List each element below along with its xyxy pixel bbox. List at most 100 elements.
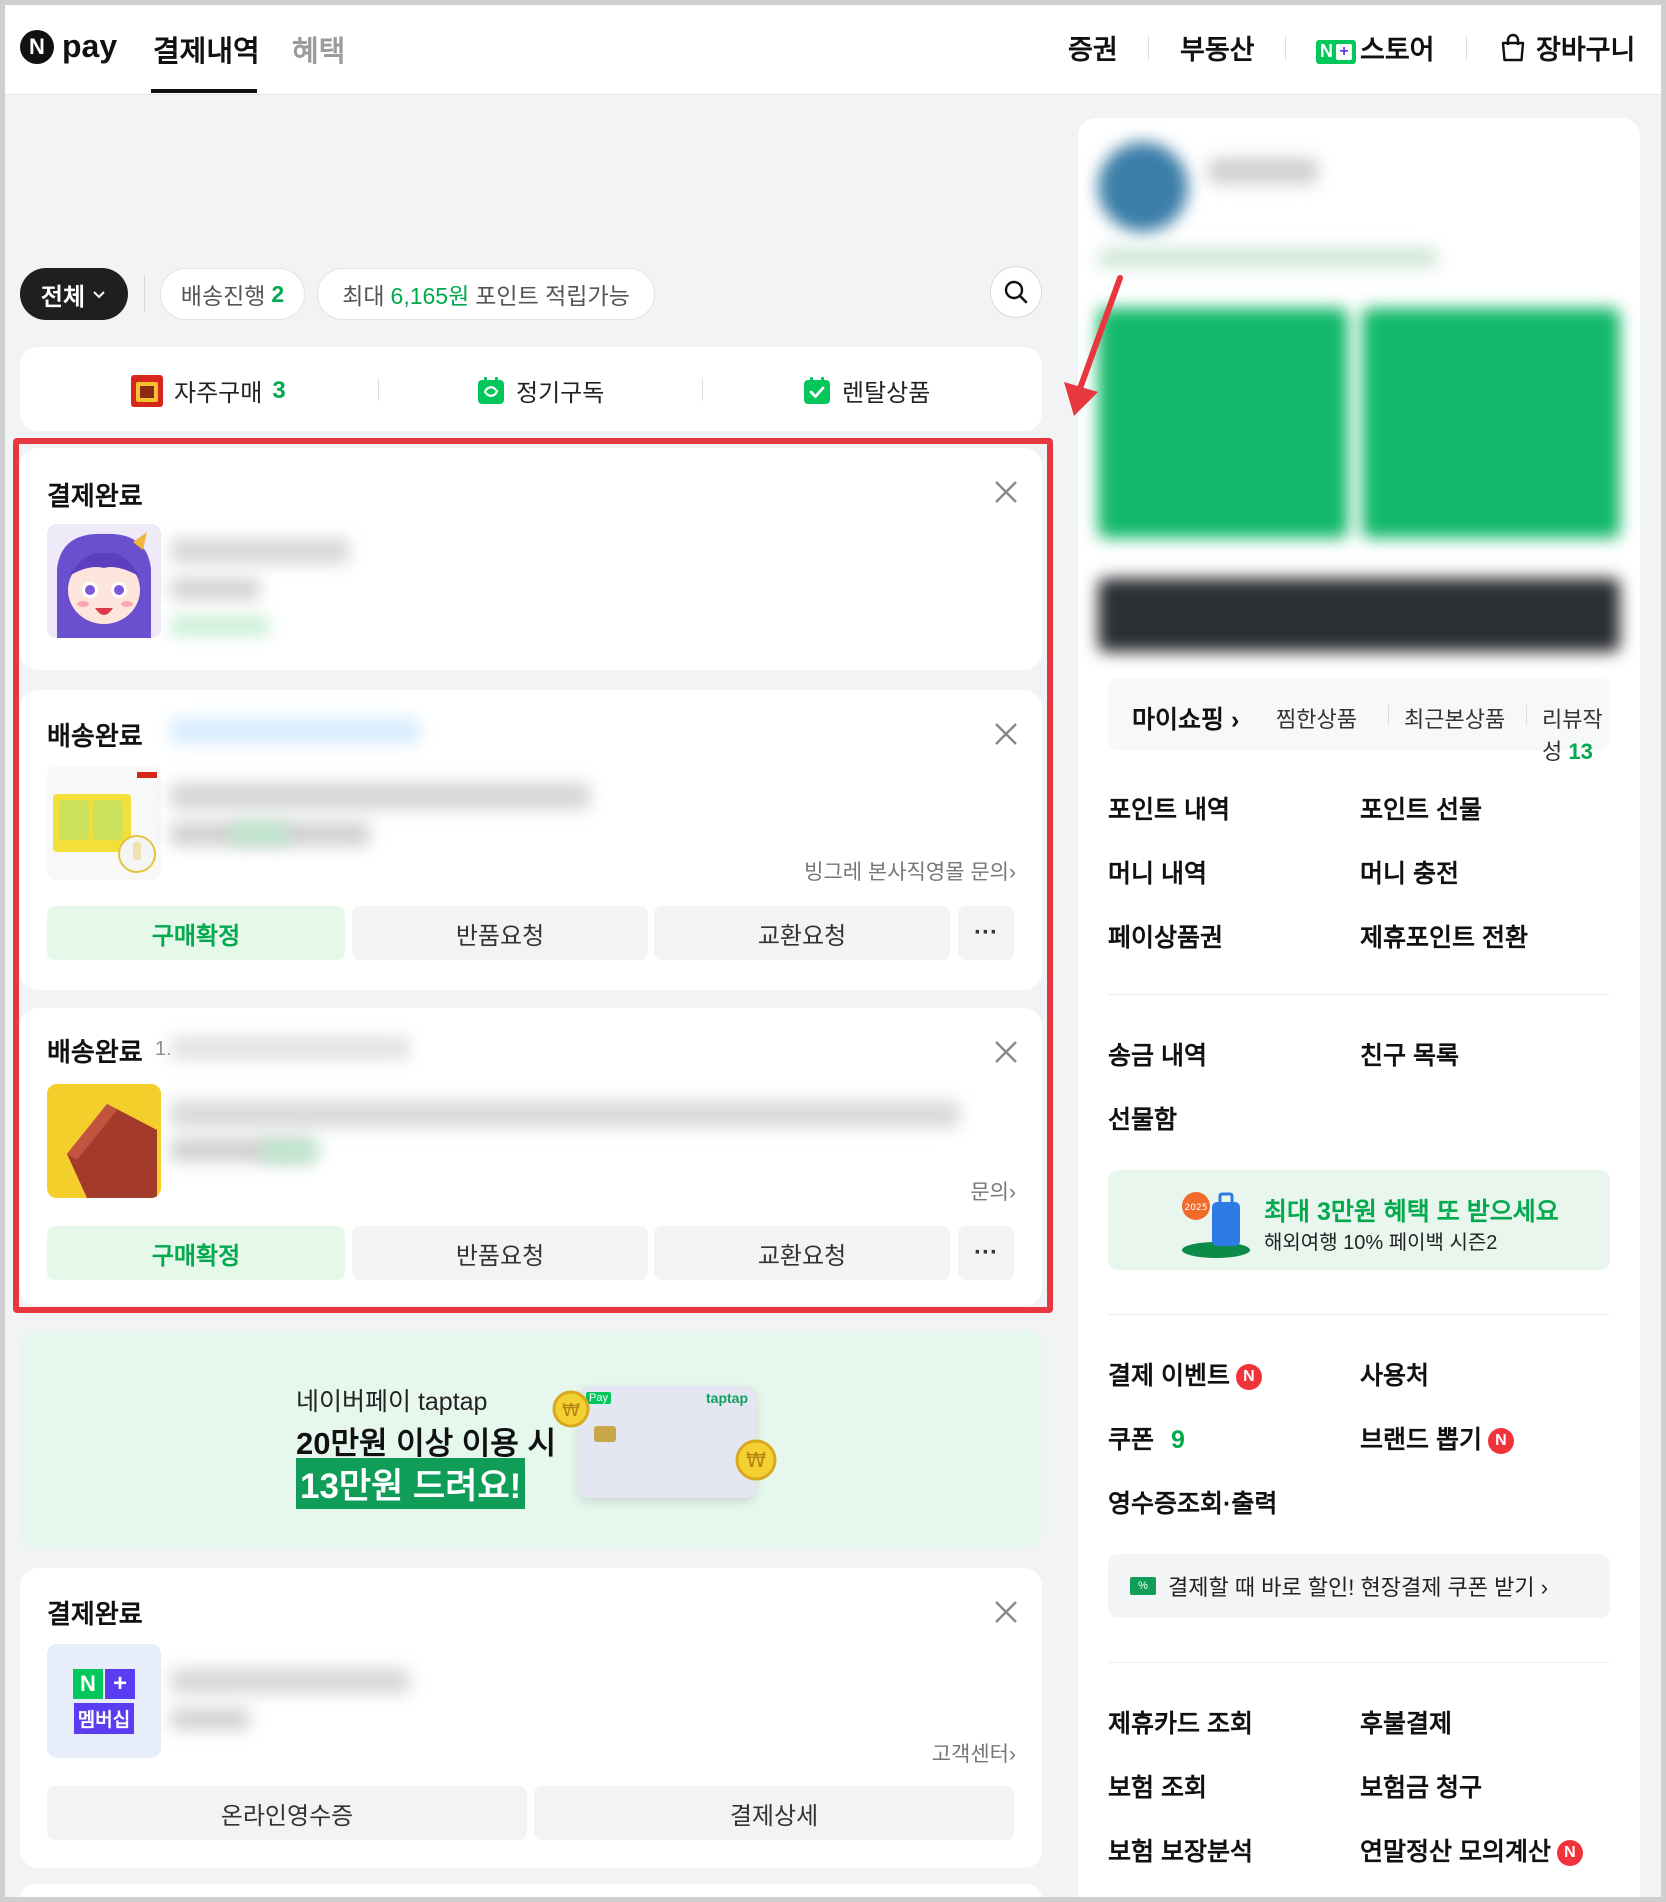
blurred-info xyxy=(1098,248,1438,268)
payment-event-link[interactable]: 결제 이벤트 N xyxy=(1108,1356,1262,1392)
chevron-down-icon xyxy=(93,291,105,299)
myshopping-link[interactable]: 마이쇼핑 › xyxy=(1132,700,1239,736)
confirm-purchase-button[interactable]: 구매확정 xyxy=(47,906,345,960)
return-request-button[interactable]: 반품요청 xyxy=(352,906,648,960)
tax-settlement-link[interactable]: 연말정산 모의계산 N xyxy=(1360,1832,1583,1868)
money-charge-link[interactable]: 머니 충전 xyxy=(1360,854,1459,890)
pay-giftcard-link[interactable]: 페이상품권 xyxy=(1108,918,1223,954)
filter-shipping[interactable]: 배송진행 2 xyxy=(160,268,305,320)
category-subscription-label: 정기구독 xyxy=(516,380,605,407)
more-options-button[interactable]: ··· xyxy=(958,906,1014,960)
close-icon[interactable] xyxy=(992,1038,1020,1066)
product-thumbnail[interactable] xyxy=(47,766,161,880)
character-image xyxy=(47,524,161,638)
category-bar: 자주구매 3 정기구독 렌탈상품 xyxy=(20,347,1042,431)
new-badge-icon: N xyxy=(1487,1428,1514,1455)
shipping-count: 2 xyxy=(271,280,285,307)
category-subscription[interactable]: 정기구독 xyxy=(476,373,604,408)
link-store[interactable]: N + 스토어 xyxy=(1316,28,1435,67)
shopping-bag-icon xyxy=(1501,33,1525,61)
insurance-claim-link[interactable]: 보험금 청구 xyxy=(1360,1768,1482,1804)
return-request-button[interactable]: 반품요청 xyxy=(352,1226,648,1280)
seller-inquiry-link[interactable]: 빙그레 본사직영몰 문의› xyxy=(804,856,1016,886)
blurred-avatar xyxy=(1098,142,1188,232)
npay-logo[interactable]: N pay xyxy=(20,28,117,65)
taptap-promo-banner[interactable]: 네이버페이 taptap 20만원 이상 이용 시 13만원 드려요! Pay … xyxy=(20,1330,1042,1548)
recent-items-link[interactable]: 최근본상품 xyxy=(1404,702,1505,734)
blurred-username xyxy=(1208,158,1318,184)
point-gift-link[interactable]: 포인트 선물 xyxy=(1360,790,1482,826)
usage-places-link[interactable]: 사용처 xyxy=(1360,1356,1429,1392)
close-icon[interactable] xyxy=(992,720,1020,748)
partner-card-link[interactable]: 제휴카드 조회 xyxy=(1108,1704,1253,1740)
gift-box-link[interactable]: 선물함 xyxy=(1108,1100,1177,1136)
filter-points[interactable]: 최대 6,165원 포인트 적립가능 xyxy=(317,268,655,320)
coin-icon: ₩ xyxy=(552,1390,590,1428)
order-card[interactable]: 배송완료 빙그레 본사직영몰 문의› 구매확정 반품요청 교환요청 ··· xyxy=(20,690,1042,990)
insurance-analysis-link[interactable]: 보험 보장분석 xyxy=(1108,1832,1253,1868)
milk-pack-image xyxy=(47,766,161,880)
insurance-lookup-link[interactable]: 보험 조회 xyxy=(1108,1768,1207,1804)
customer-center-link[interactable]: 고객센터› xyxy=(932,1738,1016,1768)
product-thumbnail[interactable] xyxy=(47,1084,161,1198)
logo-n-mark: N xyxy=(20,29,54,64)
tab-payment-history[interactable]: 결제내역 xyxy=(153,28,260,70)
calendar-check-icon xyxy=(804,376,830,404)
close-icon[interactable] xyxy=(992,478,1020,506)
tab-benefits[interactable]: 혜택 xyxy=(292,28,345,70)
money-history-link[interactable]: 머니 내역 xyxy=(1108,854,1207,890)
divider xyxy=(1108,994,1610,995)
coupon-ticket-icon: % xyxy=(1130,1577,1156,1595)
promo-subtitle: 해외여행 10% 페이백 시즌2 xyxy=(1264,1232,1498,1254)
order-card[interactable]: 결제완료 N + 멤버십 고객센터› 온라인영수증 결제상세 xyxy=(20,1568,1042,1868)
coupon-link[interactable]: 쿠폰 9 xyxy=(1108,1420,1185,1456)
link-securities[interactable]: 증권 xyxy=(1068,28,1118,67)
travel-promo-banner[interactable]: 2025 최대 3만원 혜택 또 받으세요 해외여행 10% 페이백 시즌2 xyxy=(1108,1170,1610,1270)
divider xyxy=(1108,1314,1610,1315)
partner-point-convert-link[interactable]: 제휴포인트 전환 xyxy=(1360,918,1528,954)
calendar-refresh-icon xyxy=(478,376,504,404)
order-status: 결제완료 xyxy=(47,1599,143,1629)
exchange-request-button[interactable]: 교환요청 xyxy=(654,1226,950,1280)
active-tab-indicator xyxy=(151,89,257,93)
confirm-purchase-button[interactable]: 구매확정 xyxy=(47,1226,345,1280)
write-review-link[interactable]: 리뷰작성 13 xyxy=(1542,702,1610,766)
blurred-status xyxy=(170,616,270,636)
search-button[interactable] xyxy=(990,266,1042,318)
blurred-tag xyxy=(230,822,290,844)
banner-line3: 13만원 드려요! xyxy=(296,1458,526,1509)
nplus-membership-thumbnail[interactable]: N + 멤버십 xyxy=(47,1644,161,1758)
category-frequent[interactable]: 자주구매 3 xyxy=(130,373,286,408)
divider xyxy=(1526,705,1527,725)
onsite-coupon-banner[interactable]: % 결제할 때 바로 할인! 현장결제 쿠폰 받기 › xyxy=(1108,1554,1610,1618)
blurred-tag xyxy=(260,1140,320,1162)
payment-detail-button[interactable]: 결제상세 xyxy=(534,1786,1014,1840)
order-card[interactable]: 결제완료 xyxy=(20,448,1042,670)
blurred-price xyxy=(170,578,260,600)
brand-draw-link[interactable]: 브랜드 뽑기 N xyxy=(1360,1420,1514,1456)
category-rental[interactable]: 렌탈상품 xyxy=(802,373,930,408)
product-thumbnail[interactable] xyxy=(47,524,161,638)
receipt-lookup-link[interactable]: 영수증조회·출력 xyxy=(1108,1484,1277,1520)
friend-list-link[interactable]: 친구 목록 xyxy=(1360,1036,1459,1072)
exchange-request-button[interactable]: 교환요청 xyxy=(654,906,950,960)
filter-all-dropdown[interactable]: 전체 xyxy=(20,268,128,320)
card-brand: taptap xyxy=(706,1390,748,1406)
logo-pay-text: pay xyxy=(62,28,118,64)
category-frequent-label: 자주구매 xyxy=(174,380,263,407)
more-options-button[interactable]: ··· xyxy=(958,1226,1014,1280)
right-sidebar: 마이쇼핑 › 찜한상품 최근본상품 리뷰작성 13 포인트 내역 포인트 선물 … xyxy=(1078,118,1640,1902)
point-history-link[interactable]: 포인트 내역 xyxy=(1108,790,1230,826)
seller-inquiry-link[interactable]: 문의› xyxy=(970,1176,1016,1206)
transfer-history-link[interactable]: 송금 내역 xyxy=(1108,1036,1207,1072)
close-icon[interactable] xyxy=(992,1598,1020,1626)
wishlist-link[interactable]: 찜한상품 xyxy=(1276,702,1357,734)
link-cart[interactable]: 장바구니 xyxy=(1498,28,1635,67)
cart-label: 장바구니 xyxy=(1536,35,1636,65)
deferred-payment-link[interactable]: 후불결제 xyxy=(1360,1704,1452,1740)
store-label: 스토어 xyxy=(1360,35,1435,65)
link-real-estate[interactable]: 부동산 xyxy=(1180,28,1255,67)
order-card[interactable]: 배송완료 1. 문의› 구매확정 반품요청 교환요청 ··· xyxy=(20,1008,1042,1306)
blurred-action-bar xyxy=(1098,578,1620,652)
online-receipt-button[interactable]: 온라인영수증 xyxy=(47,1786,527,1840)
